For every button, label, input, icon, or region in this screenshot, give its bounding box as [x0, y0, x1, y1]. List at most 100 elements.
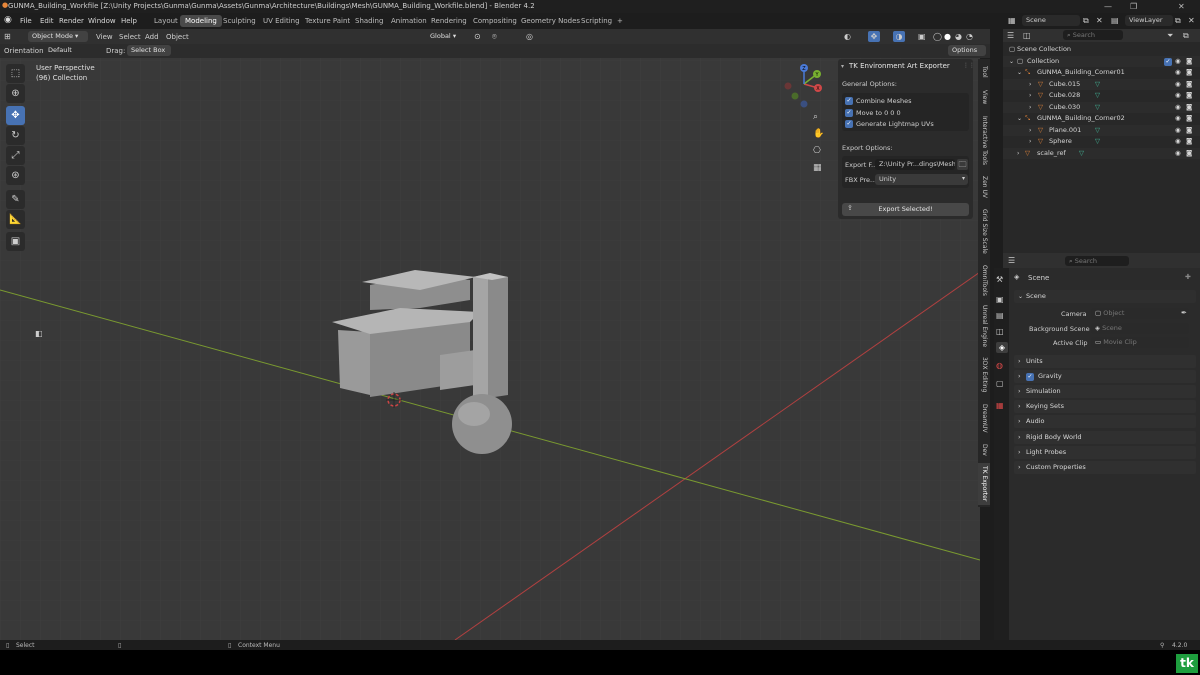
units-section-header[interactable]: › Units	[1014, 355, 1196, 368]
tab-animation[interactable]: Animation	[386, 15, 432, 27]
properties-editor-type-icon[interactable]: ☰	[1008, 255, 1015, 266]
camera-icon[interactable]: ◙	[1186, 102, 1192, 114]
tab-tk-exporter[interactable]: TK Exporter	[978, 463, 990, 505]
mesh-data-icon[interactable]: ▽	[1079, 148, 1084, 160]
delete-scene-icon[interactable]: ✕	[1096, 15, 1103, 26]
outliner-row[interactable]: › ▽ Plane.001 ▽ ◉ ◙	[1003, 124, 1200, 137]
measure-tool-icon[interactable]: 📐	[6, 210, 25, 229]
camera-icon[interactable]: ◙	[1186, 56, 1192, 68]
tab-shading[interactable]: Shading	[350, 15, 388, 27]
eye-icon[interactable]: ◉	[1175, 113, 1181, 125]
tab-rendering[interactable]: Rendering	[426, 15, 472, 27]
menu-render[interactable]: Render	[55, 15, 88, 27]
delete-view-layer-icon[interactable]: ✕	[1188, 15, 1195, 26]
camera-icon[interactable]: ◙	[1186, 67, 1192, 79]
tab-dreamuv[interactable]: DreamUV	[978, 399, 990, 437]
tab-omnitools[interactable]: OmniTools	[978, 261, 990, 299]
outliner-row[interactable]: ⌄ ▢ Collection ✓ ◉ ◙	[1003, 55, 1200, 68]
menu-file[interactable]: File	[16, 15, 36, 27]
overlay-toggle-icon[interactable]: ◑	[893, 31, 905, 42]
scale-tool-icon[interactable]: ⤢	[6, 146, 25, 165]
options-dropdown[interactable]: Options	[948, 45, 986, 56]
audio-section-header[interactable]: › Audio	[1014, 415, 1196, 428]
background-scene-field[interactable]: ◈ Scene	[1091, 323, 1189, 334]
orientation-dropdown[interactable]: Default	[44, 45, 98, 56]
chevron-right-icon[interactable]: ›	[1029, 102, 1031, 114]
outliner-row[interactable]: ▢ Scene Collection	[1003, 44, 1200, 56]
output-tab-icon[interactable]: ▤	[996, 310, 1004, 321]
panel-drag-handle-icon[interactable]: ⋮⋮	[963, 62, 975, 69]
tab-modeling[interactable]: Modeling	[180, 15, 222, 27]
filter-icon[interactable]: ⏷	[1167, 30, 1173, 41]
blender-menu-icon[interactable]: ◉	[4, 15, 12, 25]
outliner-row[interactable]: › ▽ Cube.030 ▽ ◉ ◙	[1003, 101, 1200, 114]
outliner-row[interactable]: › ▽ Cube.028 ▽ ◉ ◙	[1003, 90, 1200, 102]
camera-icon[interactable]: ◙	[1186, 125, 1192, 137]
menu-help[interactable]: Help	[117, 15, 141, 27]
solid-shading-icon[interactable]: ●	[944, 31, 951, 42]
gravity-checkbox[interactable]: ✓	[1026, 372, 1034, 381]
select-box-tool-icon[interactable]: ⬚	[6, 64, 25, 83]
gizmo-toggle-icon[interactable]: ✥	[868, 31, 880, 42]
move-tool-icon[interactable]: ✥	[6, 106, 25, 125]
chevron-down-icon[interactable]: ⌄	[1017, 67, 1022, 79]
proportional-edit-icon[interactable]: ◎	[526, 31, 533, 42]
camera-icon[interactable]: ◙	[1186, 148, 1192, 160]
close-button[interactable]: ✕	[1178, 2, 1185, 11]
tab-3dx-editing[interactable]: 3DX Editing	[978, 353, 990, 397]
lightmap-uv-checkbox[interactable]: ✓	[845, 120, 853, 128]
3d-viewport[interactable]: X Y Z User Perspective (96) Collection ⌕…	[0, 58, 980, 640]
keying-sets-section-header[interactable]: › Keying Sets	[1014, 400, 1196, 413]
tab-geometry-nodes[interactable]: Geometry Nodes	[516, 15, 585, 27]
pivot-point-icon[interactable]: ⊙	[474, 31, 481, 42]
outliner-row[interactable]: ⌄ ⤡ GUNMA_Building_Corner02 ◉ ◙	[1003, 113, 1200, 125]
menu-window[interactable]: Window	[84, 15, 120, 27]
transform-orientation-dropdown[interactable]: Global ▾	[426, 31, 468, 42]
transform-tool-icon[interactable]: ⊛	[6, 166, 25, 185]
minimize-button[interactable]: —	[1104, 2, 1112, 11]
move-to-origin-checkbox[interactable]: ✓	[845, 109, 853, 117]
active-clip-field[interactable]: ▭ Movie Clip	[1091, 337, 1189, 348]
mesh-data-icon[interactable]: ▽	[1095, 90, 1100, 102]
eye-icon[interactable]: ◉	[1175, 56, 1181, 68]
chevron-down-icon[interactable]: ⌄	[1009, 56, 1014, 68]
tool-tab-icon[interactable]: ⚒	[996, 274, 1003, 285]
tab-layout[interactable]: Layout	[149, 15, 183, 27]
rendered-shading-icon[interactable]: ◔	[966, 31, 973, 42]
outliner-row[interactable]: › ▽ Cube.015 ▽ ◉ ◙	[1003, 78, 1200, 91]
texture-tab-icon[interactable]: ▦	[996, 400, 1004, 411]
tab-sculpting[interactable]: Sculpting	[218, 15, 261, 27]
outliner-editor-type-icon[interactable]: ☰	[1007, 30, 1014, 41]
pin-icon[interactable]: ✚	[1185, 273, 1191, 281]
tab-compositing[interactable]: Compositing	[468, 15, 522, 27]
editor-type-icon[interactable]: ⊞	[4, 31, 11, 42]
exclude-checkbox[interactable]: ✓	[1164, 57, 1172, 66]
tab-dev[interactable]: Dev	[978, 439, 990, 461]
chevron-right-icon[interactable]: ›	[1029, 79, 1031, 91]
panel-collapse-icon[interactable]: ▾	[841, 63, 844, 70]
add-menu[interactable]: Add	[145, 33, 159, 41]
render-tab-icon[interactable]: ▣	[996, 294, 1004, 305]
world-tab-icon[interactable]: ◍	[996, 360, 1003, 371]
export-selected-button[interactable]: ⇪ Export Selected!	[842, 203, 969, 216]
snap-icon[interactable]: ⌾	[492, 31, 497, 42]
material-shading-icon[interactable]: ◕	[955, 31, 962, 42]
rotate-tool-icon[interactable]: ↻	[6, 126, 25, 145]
simulation-section-header[interactable]: › Simulation	[1014, 385, 1196, 398]
eye-icon[interactable]: ◉	[1175, 79, 1181, 91]
mesh-data-icon[interactable]: ▽	[1095, 102, 1100, 114]
chevron-right-icon[interactable]: ›	[1029, 136, 1031, 148]
new-scene-icon[interactable]: ⧉	[1083, 15, 1089, 26]
visibility-icon[interactable]: ◐	[844, 31, 851, 42]
combine-meshes-checkbox[interactable]: ✓	[845, 97, 853, 105]
camera-icon[interactable]: ◙	[1186, 113, 1192, 125]
camera-icon[interactable]: ◙	[1186, 136, 1192, 148]
chevron-down-icon[interactable]: ⌄	[1017, 113, 1022, 125]
view-layer-field[interactable]: ViewLayer	[1125, 15, 1173, 26]
add-workspace-button[interactable]: +	[612, 15, 628, 27]
collection-tab-icon[interactable]: ▢	[996, 378, 1004, 389]
pan-hand-icon[interactable]: ✋	[813, 129, 824, 140]
fbx-preset-dropdown[interactable]: Unity	[875, 174, 968, 185]
new-collection-icon[interactable]: ⧉	[1183, 30, 1189, 41]
eye-icon[interactable]: ◉	[1175, 125, 1181, 137]
